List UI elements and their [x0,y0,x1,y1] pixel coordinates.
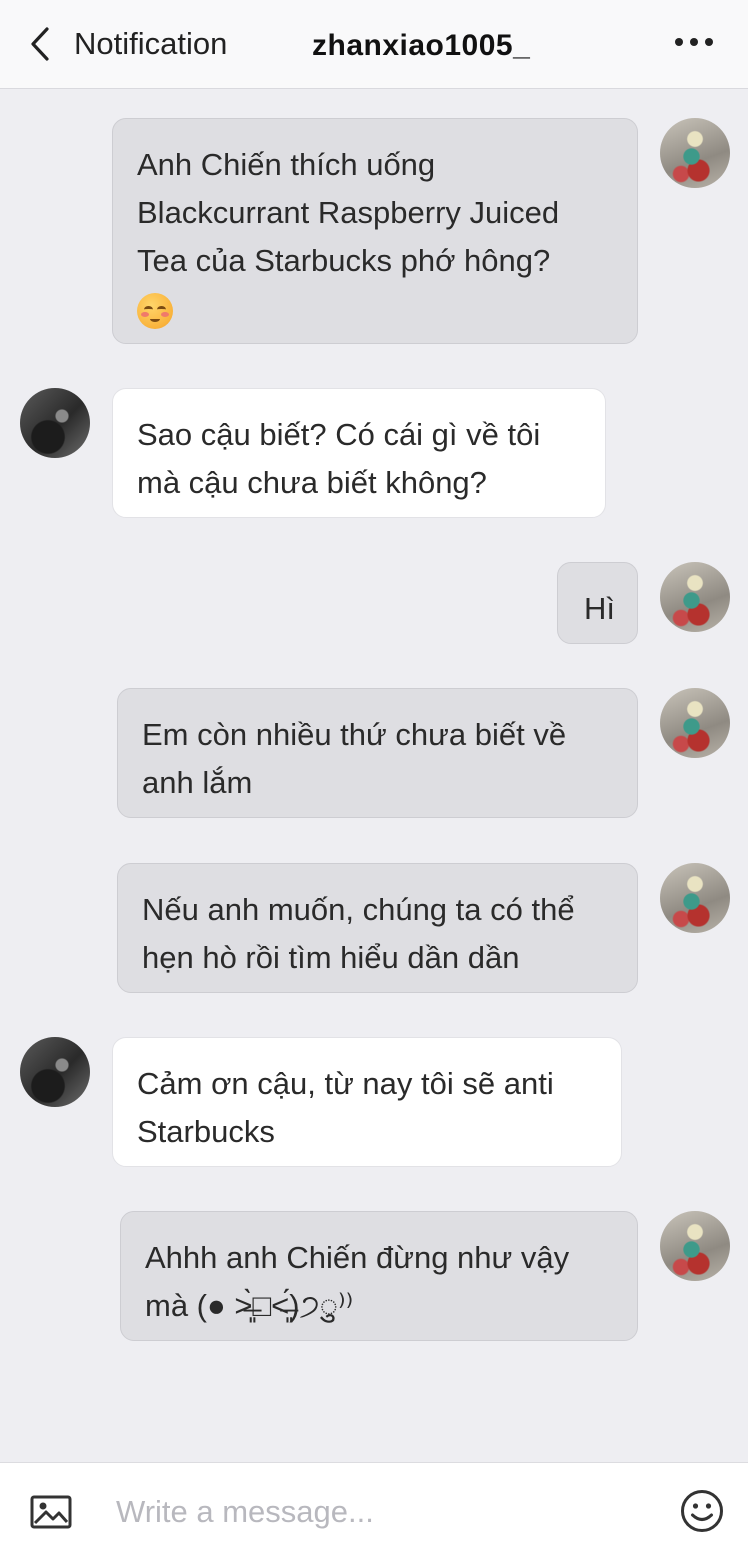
message-bubble-incoming: Sao cậu biết? Có cái gì về tôi mà cậu ch… [112,388,606,518]
top-bar: Notification zhanxiao1005_ [0,0,748,89]
chevron-left-icon[interactable] [28,26,52,62]
my-avatar[interactable] [660,562,730,632]
message-bubble-outgoing: Ahhh anh Chiến đừng như vậy mà (● ˃̶͈̀□˂… [120,1211,638,1341]
image-icon[interactable] [30,1495,72,1529]
message-composer [0,1462,748,1556]
my-avatar[interactable] [660,1211,730,1281]
relieved-face-emoji-icon [137,292,173,329]
message-text: Sao cậu biết? Có cái gì về tôi mà cậu ch… [137,417,541,500]
message-text: Anh Chiến thích uống Blackcurrant Raspbe… [137,147,560,278]
message-bubble-outgoing: Nếu anh muốn, chúng ta có thể hẹn hò rồi… [117,863,638,993]
message-bubble-outgoing: Anh Chiến thích uống Blackcurrant Raspbe… [112,118,638,344]
conversation-title: zhanxiao1005_ [312,29,531,62]
contact-avatar[interactable] [20,388,90,458]
message-bubble-outgoing: Em còn nhiều thứ chưa biết về anh lắm [117,688,638,818]
my-avatar[interactable] [660,863,730,933]
message-text: Nếu anh muốn, chúng ta có thể hẹn hò rồi… [142,892,575,975]
contact-avatar[interactable] [20,1037,90,1107]
my-avatar[interactable] [660,118,730,188]
message-text: Em còn nhiều thứ chưa biết về anh lắm [142,717,567,800]
message-bubble-outgoing: Hì [557,562,638,644]
smile-icon[interactable] [680,1489,724,1533]
message-text: Hì [584,591,615,626]
back-button-label[interactable]: Notification [74,24,227,64]
more-options-icon[interactable] [672,30,716,54]
message-bubble-incoming: Cảm ơn cậu, từ nay tôi sẽ anti Starbucks [112,1037,622,1167]
message-input[interactable] [114,1491,638,1533]
message-text: Ahhh anh Chiến đừng như vậy mà (● ˃̶͈̀□˂… [145,1240,570,1323]
my-avatar[interactable] [660,688,730,758]
message-list[interactable]: Anh Chiến thích uống Blackcurrant Raspbe… [0,88,748,1462]
message-text: Cảm ơn cậu, từ nay tôi sẽ anti Starbucks [137,1066,554,1149]
